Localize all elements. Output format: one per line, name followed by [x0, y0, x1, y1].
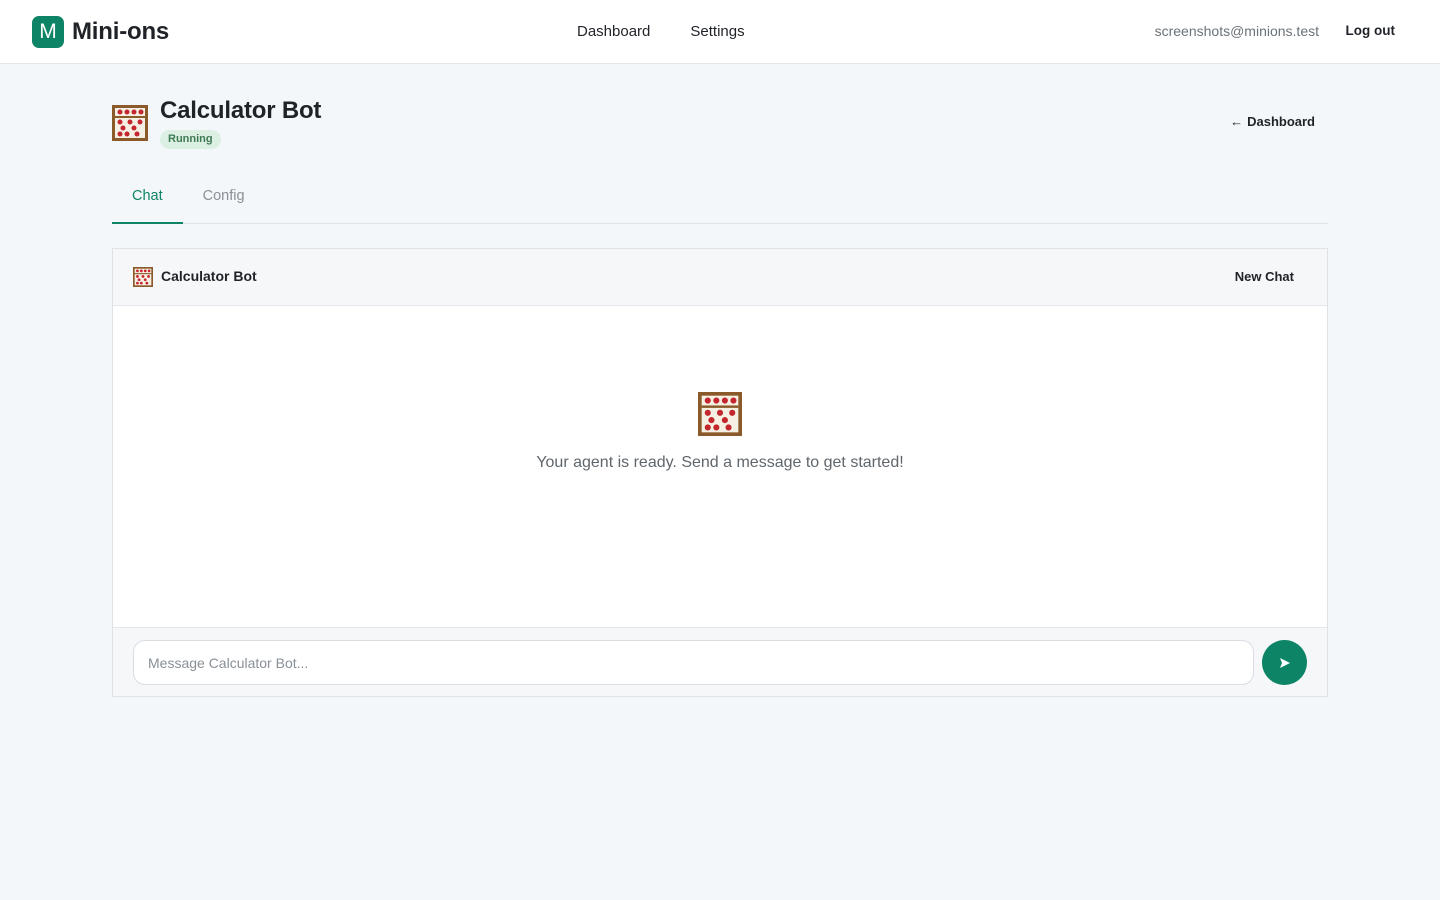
chat-composer — [113, 627, 1327, 696]
empty-state-message: Your agent is ready. Send a message to g… — [536, 454, 904, 471]
send-arrow-icon — [1279, 657, 1290, 668]
abacus-icon — [133, 267, 153, 287]
send-button[interactable] — [1262, 640, 1307, 685]
logo-icon: M — [32, 16, 64, 48]
nav-dashboard-link[interactable]: Dashboard — [577, 23, 650, 40]
message-input[interactable] — [133, 640, 1254, 685]
brand[interactable]: M Mini-ons — [32, 16, 169, 48]
agent-tabs: Chat Config — [112, 178, 1328, 224]
tab-chat[interactable]: Chat — [112, 178, 183, 224]
status-badge: Running — [160, 130, 221, 149]
new-chat-button[interactable]: New Chat — [1235, 269, 1294, 284]
user-email: screenshots@minions.test — [1154, 23, 1319, 39]
back-to-dashboard-link[interactable]: ← Dashboard — [1230, 114, 1315, 129]
nav-settings-link[interactable]: Settings — [690, 23, 744, 40]
chat-header-title: Calculator Bot — [161, 268, 257, 284]
top-nav: Dashboard Settings — [577, 23, 745, 40]
chat-messages: Your agent is ready. Send a message to g… — [113, 306, 1327, 627]
arrow-left-icon: ← — [1230, 114, 1244, 129]
app-name: Mini-ons — [72, 18, 170, 45]
abacus-icon — [112, 105, 148, 141]
page-title: Calculator Bot — [160, 97, 322, 124]
agent-header: Calculator Bot Running ← Dashboard — [112, 97, 1328, 153]
top-navbar: M Mini-ons Dashboard Settings screenshot… — [0, 0, 1440, 64]
logout-button[interactable]: Log out — [1346, 23, 1395, 38]
tab-config[interactable]: Config — [183, 178, 265, 224]
chat-header: Calculator Bot New Chat — [113, 249, 1327, 306]
abacus-icon — [698, 392, 742, 436]
chat-panel: Calculator Bot New Chat Your agent is re… — [112, 248, 1328, 697]
back-link-label: Dashboard — [1247, 114, 1315, 129]
